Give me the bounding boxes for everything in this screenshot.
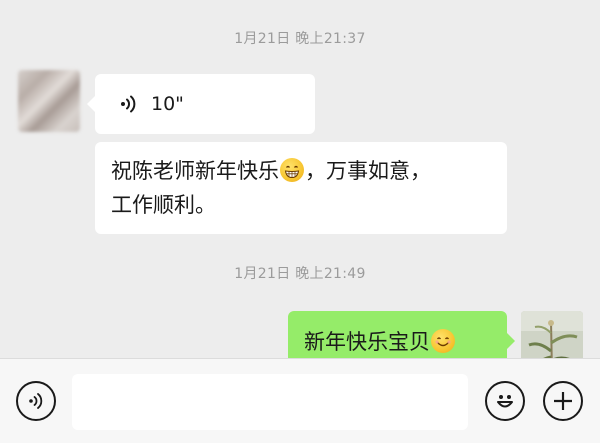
text-message-bubble[interactable]: 祝陈老师新年快乐 ，万事如意， 工作顺利。 <box>95 142 507 234</box>
emoji-face-icon <box>497 395 513 408</box>
emoji-button[interactable] <box>485 381 525 421</box>
plant-photo <box>521 311 583 358</box>
message-input[interactable] <box>72 374 468 430</box>
voice-toggle-icon <box>29 393 43 409</box>
voice-message-bubble[interactable]: 10" <box>87 74 315 134</box>
grin-emoji <box>280 158 304 182</box>
voice-wave-icon <box>121 95 136 113</box>
voice-input-button[interactable] <box>16 381 56 421</box>
message-text: ，万事如意， <box>305 159 431 183</box>
outgoing-message-bubble[interactable]: 新年快乐宝贝 <box>288 311 515 358</box>
message-text: 祝陈老师新年快乐 <box>111 159 279 183</box>
message-line-1: 祝陈老师新年快乐 ，万事如意， <box>111 154 491 188</box>
contact-avatar[interactable] <box>18 70 80 132</box>
my-avatar[interactable] <box>521 311 583 358</box>
timestamp: 1月21日 晚上21:49 <box>234 266 366 282</box>
more-button[interactable] <box>543 381 583 421</box>
input-bar <box>0 358 600 443</box>
voice-duration: 10" <box>151 93 184 115</box>
timestamp: 1月21日 晚上21:37 <box>234 31 366 47</box>
plus-icon <box>554 392 572 410</box>
smile-emoji <box>431 329 455 353</box>
message-text: 新年快乐宝贝 <box>304 330 430 354</box>
chat-area: 1月21日 晚上21:37 10" 祝陈老师新年快乐 ，万事如意， 工作顺利。 1… <box>0 0 600 358</box>
message-line-2: 工作顺利。 <box>111 193 216 217</box>
